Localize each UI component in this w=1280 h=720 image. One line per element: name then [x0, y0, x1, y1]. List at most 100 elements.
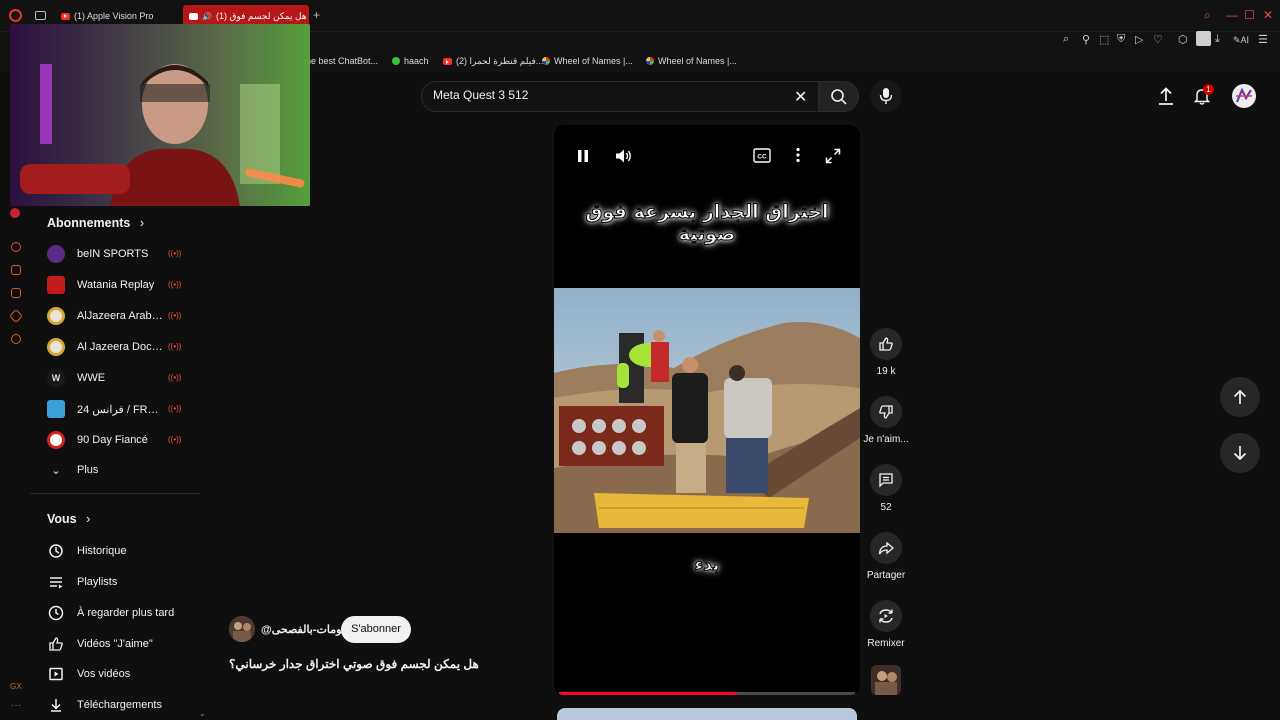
flow-icon[interactable]: ▷ — [1135, 33, 1143, 46]
search-button[interactable] — [819, 81, 859, 112]
search-tabs-icon[interactable]: ⌕ — [1204, 8, 1211, 23]
remix-action: Remixer — [861, 600, 911, 649]
notifications-button[interactable]: 1 — [1186, 80, 1218, 112]
channel-avatar — [47, 307, 65, 325]
easy-setup-icon[interactable]: ☰ — [1258, 33, 1268, 46]
comments-action: 52 — [861, 464, 911, 513]
bookmark-item[interactable]: Wheel of Names |... — [542, 56, 633, 66]
youtube-icon — [443, 58, 452, 65]
rail-more-icon[interactable]: ··· — [11, 700, 21, 711]
close-window-button[interactable]: ✕ — [1263, 8, 1273, 22]
next-short-preview[interactable] — [557, 708, 857, 720]
extension-avatar-icon[interactable] — [1196, 31, 1211, 46]
share-button[interactable] — [870, 532, 902, 564]
next-short-button[interactable] — [1220, 433, 1260, 473]
rail-pin-icon[interactable] — [11, 265, 21, 275]
heart-icon[interactable]: ♡ — [1153, 33, 1163, 46]
like-button[interactable] — [870, 328, 902, 360]
like-count: 19 k — [876, 366, 896, 377]
pin-icon[interactable]: ⚲ — [1082, 33, 1090, 46]
remix-button[interactable] — [870, 600, 902, 632]
bookmark-item[interactable]: (2) فيلم قنطرة لحمرا... — [443, 56, 543, 67]
ai-button[interactable]: ✎AI — [1233, 35, 1249, 46]
channel-avatar — [47, 245, 65, 263]
rail-history-icon[interactable] — [8, 308, 24, 324]
tab-label: (1) Apple Vision Pro — [74, 11, 154, 21]
rail-gx-icon[interactable]: GX — [10, 682, 22, 691]
more-vertical-icon — [796, 147, 800, 163]
channel-avatar[interactable] — [229, 616, 255, 642]
account-avatar[interactable] — [1232, 84, 1256, 108]
maximize-button[interactable]: ☐ — [1244, 8, 1255, 22]
progress-track[interactable] — [559, 692, 855, 695]
upload-button[interactable] — [1150, 80, 1182, 112]
bookmark-label: (2) فيلم قنطرة لحمرا... — [456, 56, 544, 66]
sidebar-item-label: Vos vidéos — [77, 668, 131, 680]
live-icon: ((•)) — [168, 435, 182, 444]
captions-button[interactable]: CC — [753, 148, 771, 168]
sound-thumbnail[interactable] — [871, 665, 901, 695]
new-tab-button[interactable]: + — [313, 8, 320, 22]
sidebar-item-your-videos[interactable]: Vos vidéos — [47, 662, 197, 686]
sidebar-more-button[interactable]: ⌄ Plus — [47, 458, 197, 482]
snapshot-icon[interactable]: ⬚ — [1099, 33, 1109, 46]
sidebar-item-label: Watania Replay — [77, 279, 155, 291]
sidebar-item-liked-videos[interactable]: Vidéos "J'aime" — [47, 632, 197, 656]
video-frame-image — [554, 288, 860, 533]
sidebar-scroll-down-icon[interactable]: ⌄ — [199, 709, 206, 718]
opera-logo-icon[interactable] — [9, 9, 22, 22]
download-toolbar-icon[interactable]: ⤓ — [1215, 33, 1220, 46]
more-label: Plus — [77, 464, 99, 476]
previous-short-button[interactable] — [1220, 377, 1260, 417]
bookmark-label: haach — [404, 56, 429, 66]
live-icon: ((•)) — [168, 373, 182, 382]
comments-button[interactable] — [870, 464, 902, 496]
progress-fill — [559, 692, 737, 695]
more-options-button[interactable] — [795, 147, 801, 168]
rail-settings-icon[interactable] — [11, 334, 21, 344]
volume-button[interactable] — [615, 148, 633, 169]
bookmark-item[interactable]: haach — [392, 56, 429, 66]
sidebar-item-history[interactable]: Historique — [47, 539, 197, 563]
download-icon — [47, 696, 65, 714]
rail-badge-icon[interactable] — [10, 208, 20, 218]
sidebar-item-downloads[interactable]: Téléchargements — [47, 693, 197, 717]
sidebar-item-label: À regarder plus tard — [77, 607, 175, 619]
subscriptions-heading[interactable]: Abonnements › — [47, 216, 144, 230]
clear-search-icon[interactable]: ✕ — [794, 87, 807, 107]
dislike-action: Je n'aim... — [861, 396, 911, 445]
channel-avatar — [47, 338, 65, 356]
sound-thumbnail-image — [871, 665, 901, 695]
sidebar-item-watch-later[interactable]: À regarder plus tard — [47, 601, 197, 625]
extensions-icon[interactable]: ⬡ — [1178, 33, 1188, 46]
bookmark-item[interactable]: he best ChatBot... — [306, 56, 378, 66]
channel-avatar-image — [229, 616, 255, 642]
tabs-menu-icon[interactable] — [35, 11, 46, 20]
bookmark-label: Wheel of Names |... — [658, 56, 737, 66]
rail-player-icon[interactable] — [11, 242, 21, 252]
share-icon — [878, 541, 894, 555]
sidebar-item-playlists[interactable]: Playlists — [47, 570, 197, 594]
subscribe-button[interactable]: S'abonner — [341, 616, 411, 643]
shield-icon[interactable]: ⛨ — [1117, 33, 1125, 46]
shorts-player[interactable]: CC اختراق الجدار بسرعة فوق صوتية بدء — [554, 125, 860, 695]
minimize-button[interactable]: — — [1226, 8, 1238, 22]
bookmark-label: Wheel of Names |... — [554, 56, 633, 66]
pause-button[interactable] — [576, 149, 590, 168]
zoom-icon[interactable]: ⌕ — [1063, 33, 1069, 46]
fullscreen-button[interactable] — [825, 148, 841, 169]
dislike-button[interactable] — [870, 396, 902, 428]
wheel-icon — [646, 57, 654, 65]
video-caption-top: اختراق الجدار بسرعة فوق صوتية — [585, 201, 829, 246]
youtube-icon — [61, 12, 70, 20]
captions-icon: CC — [753, 148, 771, 163]
account-logo-icon — [1235, 87, 1252, 103]
ai-label: AI — [1240, 35, 1250, 45]
you-heading[interactable]: Vous › — [47, 512, 90, 526]
tab-label: (1) هل يمكن لجسم فوق — [215, 10, 307, 21]
voice-search-button[interactable] — [870, 80, 902, 112]
chevron-down-icon: ⌄ — [51, 464, 61, 477]
rail-tab-icon[interactable] — [11, 288, 21, 298]
search-input[interactable] — [433, 88, 773, 102]
bookmark-item[interactable]: Wheel of Names |... — [646, 56, 737, 66]
